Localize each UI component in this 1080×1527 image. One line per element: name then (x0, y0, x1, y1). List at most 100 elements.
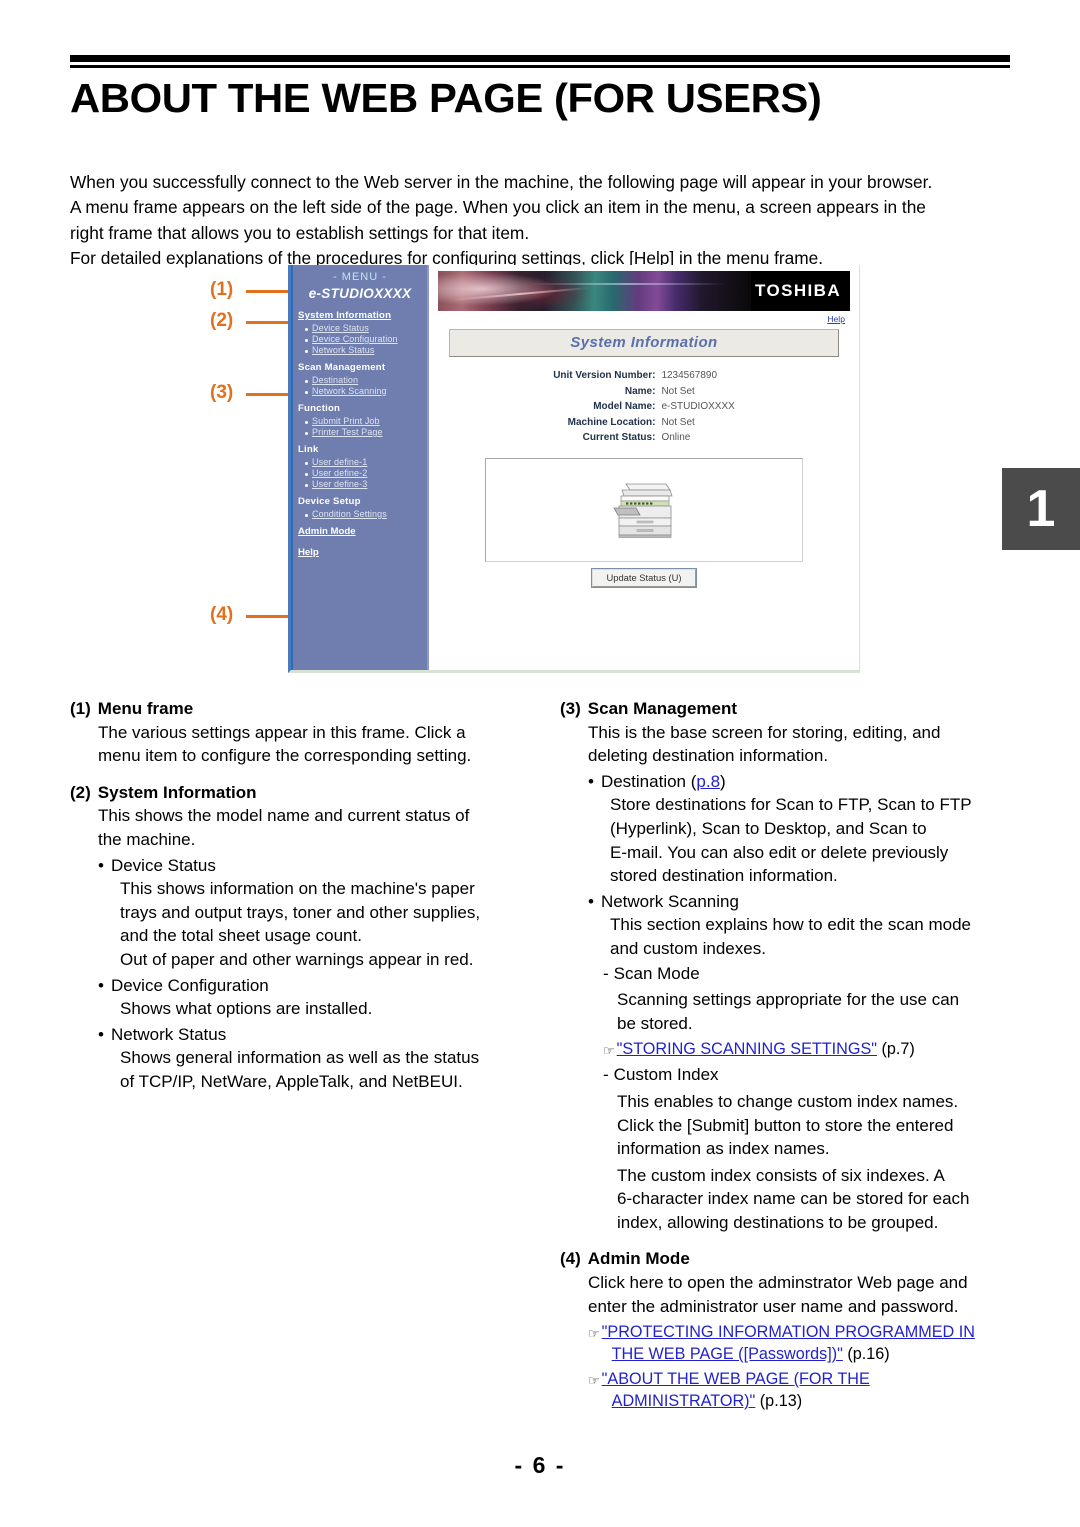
bullet-label: Device Configuration (110, 975, 269, 995)
cross-reference-link[interactable]: "PROTECTING INFORMATION PROGRAMMED IN (602, 1323, 975, 1341)
dash-label: Scan Mode (613, 963, 700, 983)
menu-item-label: Device Status (312, 323, 369, 333)
device-image-box (485, 457, 803, 562)
menu-item-network-status[interactable]: Network Status (298, 345, 427, 355)
bullet-dot-icon (305, 328, 308, 331)
info-value: e-STUDIOXXXX (661, 401, 735, 412)
frame-help-link[interactable]: Help (435, 311, 853, 324)
page-reference-link-p8[interactable]: p.8 (696, 772, 720, 791)
text-line: menu item to configure the corresponding… (98, 746, 472, 766)
menu-group-system-information: System Information Device Status Device … (293, 310, 427, 355)
page-footer: - 6 - (514, 1452, 566, 1478)
device-configuration-description: Shows what options are installed. (120, 997, 540, 1021)
text-line: Shows what options are installed. (120, 999, 373, 1019)
bullet-dot-icon (305, 462, 308, 465)
info-key: Unit Version Number: (553, 370, 656, 381)
cross-reference-link[interactable]: "STORING SCANNING SETTINGS" (617, 1040, 877, 1058)
menu-item-condition-settings[interactable]: Condition Settings (298, 509, 427, 519)
table-row: Unit Version Number: 1234567890 (553, 369, 735, 383)
header-rule-thick (70, 55, 1010, 62)
chapter-tab: 1 (1002, 468, 1080, 550)
bullet-dot-icon (305, 514, 308, 517)
text-line: 6-character index name can be stored for… (617, 1189, 970, 1209)
bullet-dot-icon (305, 391, 308, 394)
menu-frame: - MENU - e-STUDIOXXXX System Information… (291, 265, 429, 670)
menu-item-user-define-2[interactable]: User define-2 (298, 468, 427, 478)
section-3-heading: (3) Scan Management (560, 697, 1020, 721)
menu-item-printer-test-page[interactable]: Printer Test Page (298, 427, 427, 437)
info-value: Online (661, 432, 691, 443)
section-2-title: System Information (97, 782, 257, 802)
text-line: index, allowing destinations to be group… (617, 1212, 939, 1232)
menu-item-admin-mode[interactable]: Admin Mode (293, 526, 427, 537)
info-key: Model Name: (593, 401, 656, 412)
menu-model-name: e-STUDIOXXXX (308, 286, 412, 301)
menu-item-label: Network Scanning (312, 386, 387, 396)
menu-item-device-status[interactable]: Device Status (298, 323, 427, 333)
menu-item-label: Network Status (312, 345, 375, 355)
menu-item-device-configuration[interactable]: Device Configuration (298, 334, 427, 344)
menu-item-help[interactable]: Help (293, 547, 427, 558)
custom-index-description-2: The custom index consists of six indexes… (617, 1164, 1020, 1235)
text-line: Click the [Submit] button to store the e… (617, 1115, 954, 1135)
text-line: stored destination information. (610, 866, 838, 886)
menu-item-label: Destination (312, 375, 359, 385)
menu-item-user-define-3[interactable]: User define-3 (298, 479, 427, 489)
text-line: This is the base screen for storing, edi… (588, 722, 941, 742)
table-row: Name: Not Set (553, 385, 735, 399)
section-4-heading: (4) Admin Mode (560, 1247, 1020, 1271)
cross-reference-link-cont[interactable]: THE WEB PAGE ([Passwords])" (612, 1345, 843, 1363)
bullet-dot-icon (305, 339, 308, 342)
callout-3-number: (3) (210, 382, 234, 403)
cross-reference-body: "PROTECTING INFORMATION PROGRAMMED IN THE… (602, 1321, 975, 1365)
cross-reference-page: (p.13) (759, 1392, 803, 1411)
cross-reference-body: "STORING SCANNING SETTINGS" (p.7) (617, 1038, 915, 1060)
cross-reference-link[interactable]: "ABOUT THE WEB PAGE (FOR THE (602, 1370, 870, 1388)
info-value: Not Set (661, 416, 695, 428)
dash-scan-mode: - Scan Mode (603, 962, 1020, 986)
table-row: Model Name: e-STUDIOXXXX (553, 400, 735, 414)
cross-reference-body: "ABOUT THE WEB PAGE (FOR THE ADMINISTRATO… (602, 1368, 870, 1412)
cross-reference-link-cont[interactable]: ADMINISTRATOR)" (612, 1392, 756, 1410)
network-status-description: Shows general information as well as the… (120, 1046, 540, 1093)
bullet-dot-icon (305, 380, 308, 383)
cross-reference-about-web-page-administrator: ☞ "ABOUT THE WEB PAGE (FOR THE ADMINISTRA… (588, 1368, 1020, 1412)
text-line: This shows the model name and current st… (98, 806, 470, 826)
destination-description: Store destinations for Scan to FTP, Scan… (610, 793, 1020, 887)
menu-item-user-define-1[interactable]: User define-1 (298, 457, 427, 467)
section-2-number: (2) (70, 782, 91, 802)
bullet-label: Device Status (110, 855, 216, 875)
page-header: ABOUT THE WEB PAGE (FOR USERS) (70, 55, 1010, 120)
intro-paragraph: When you successfully connect to the Web… (70, 170, 1015, 271)
bullet-icon: • (588, 891, 594, 911)
pointing-hand-icon: ☞ (588, 1326, 600, 1342)
menu-item-submit-print-job[interactable]: Submit Print Job (298, 416, 427, 426)
menu-group-device-setup: Device Setup Condition Settings (293, 496, 427, 519)
info-key: Name: (624, 385, 656, 397)
text-line: enter the administrator user name and pa… (588, 1296, 959, 1316)
custom-index-description-1: This enables to change custom index name… (617, 1090, 1020, 1161)
menu-head-device-setup: Device Setup (298, 496, 361, 507)
menu-head-system-information[interactable]: System Information (298, 310, 427, 321)
text-line: and custom indexes. (610, 938, 766, 958)
update-status-button[interactable]: Update Status (U) (592, 568, 696, 587)
menu-item-network-scanning[interactable]: Network Scanning (298, 386, 427, 396)
content-frame: TOSHIBA Help System Information Unit Ver… (429, 265, 859, 670)
cross-reference-page: (p.16) (847, 1345, 890, 1364)
info-key: Machine Location: (567, 416, 656, 428)
section-1-title: Menu frame (97, 699, 194, 718)
text-line: The custom index consists of six indexes… (617, 1165, 945, 1185)
dash-icon: - (603, 1065, 609, 1085)
page-title: ABOUT THE WEB PAGE (FOR USERS) (70, 75, 822, 121)
table-row: Current Status: Online (553, 431, 735, 445)
menu-item-label: User define-2 (312, 468, 368, 478)
callout-2-number: (2) (210, 310, 234, 331)
system-information-table: Unit Version Number: 1234567890 Name: No… (551, 367, 737, 447)
section-1-number: (1) (70, 699, 91, 718)
text-line: and the total sheet usage count. (120, 926, 362, 946)
text-line: Click here to open the adminstrator Web … (588, 1273, 968, 1293)
header-rule-thin (70, 65, 1010, 68)
right-text-column: (3) Scan Management This is the base scr… (560, 697, 1020, 1412)
menu-item-destination[interactable]: Destination (298, 375, 427, 385)
text-line: Shows general information as well as the… (120, 1048, 480, 1068)
